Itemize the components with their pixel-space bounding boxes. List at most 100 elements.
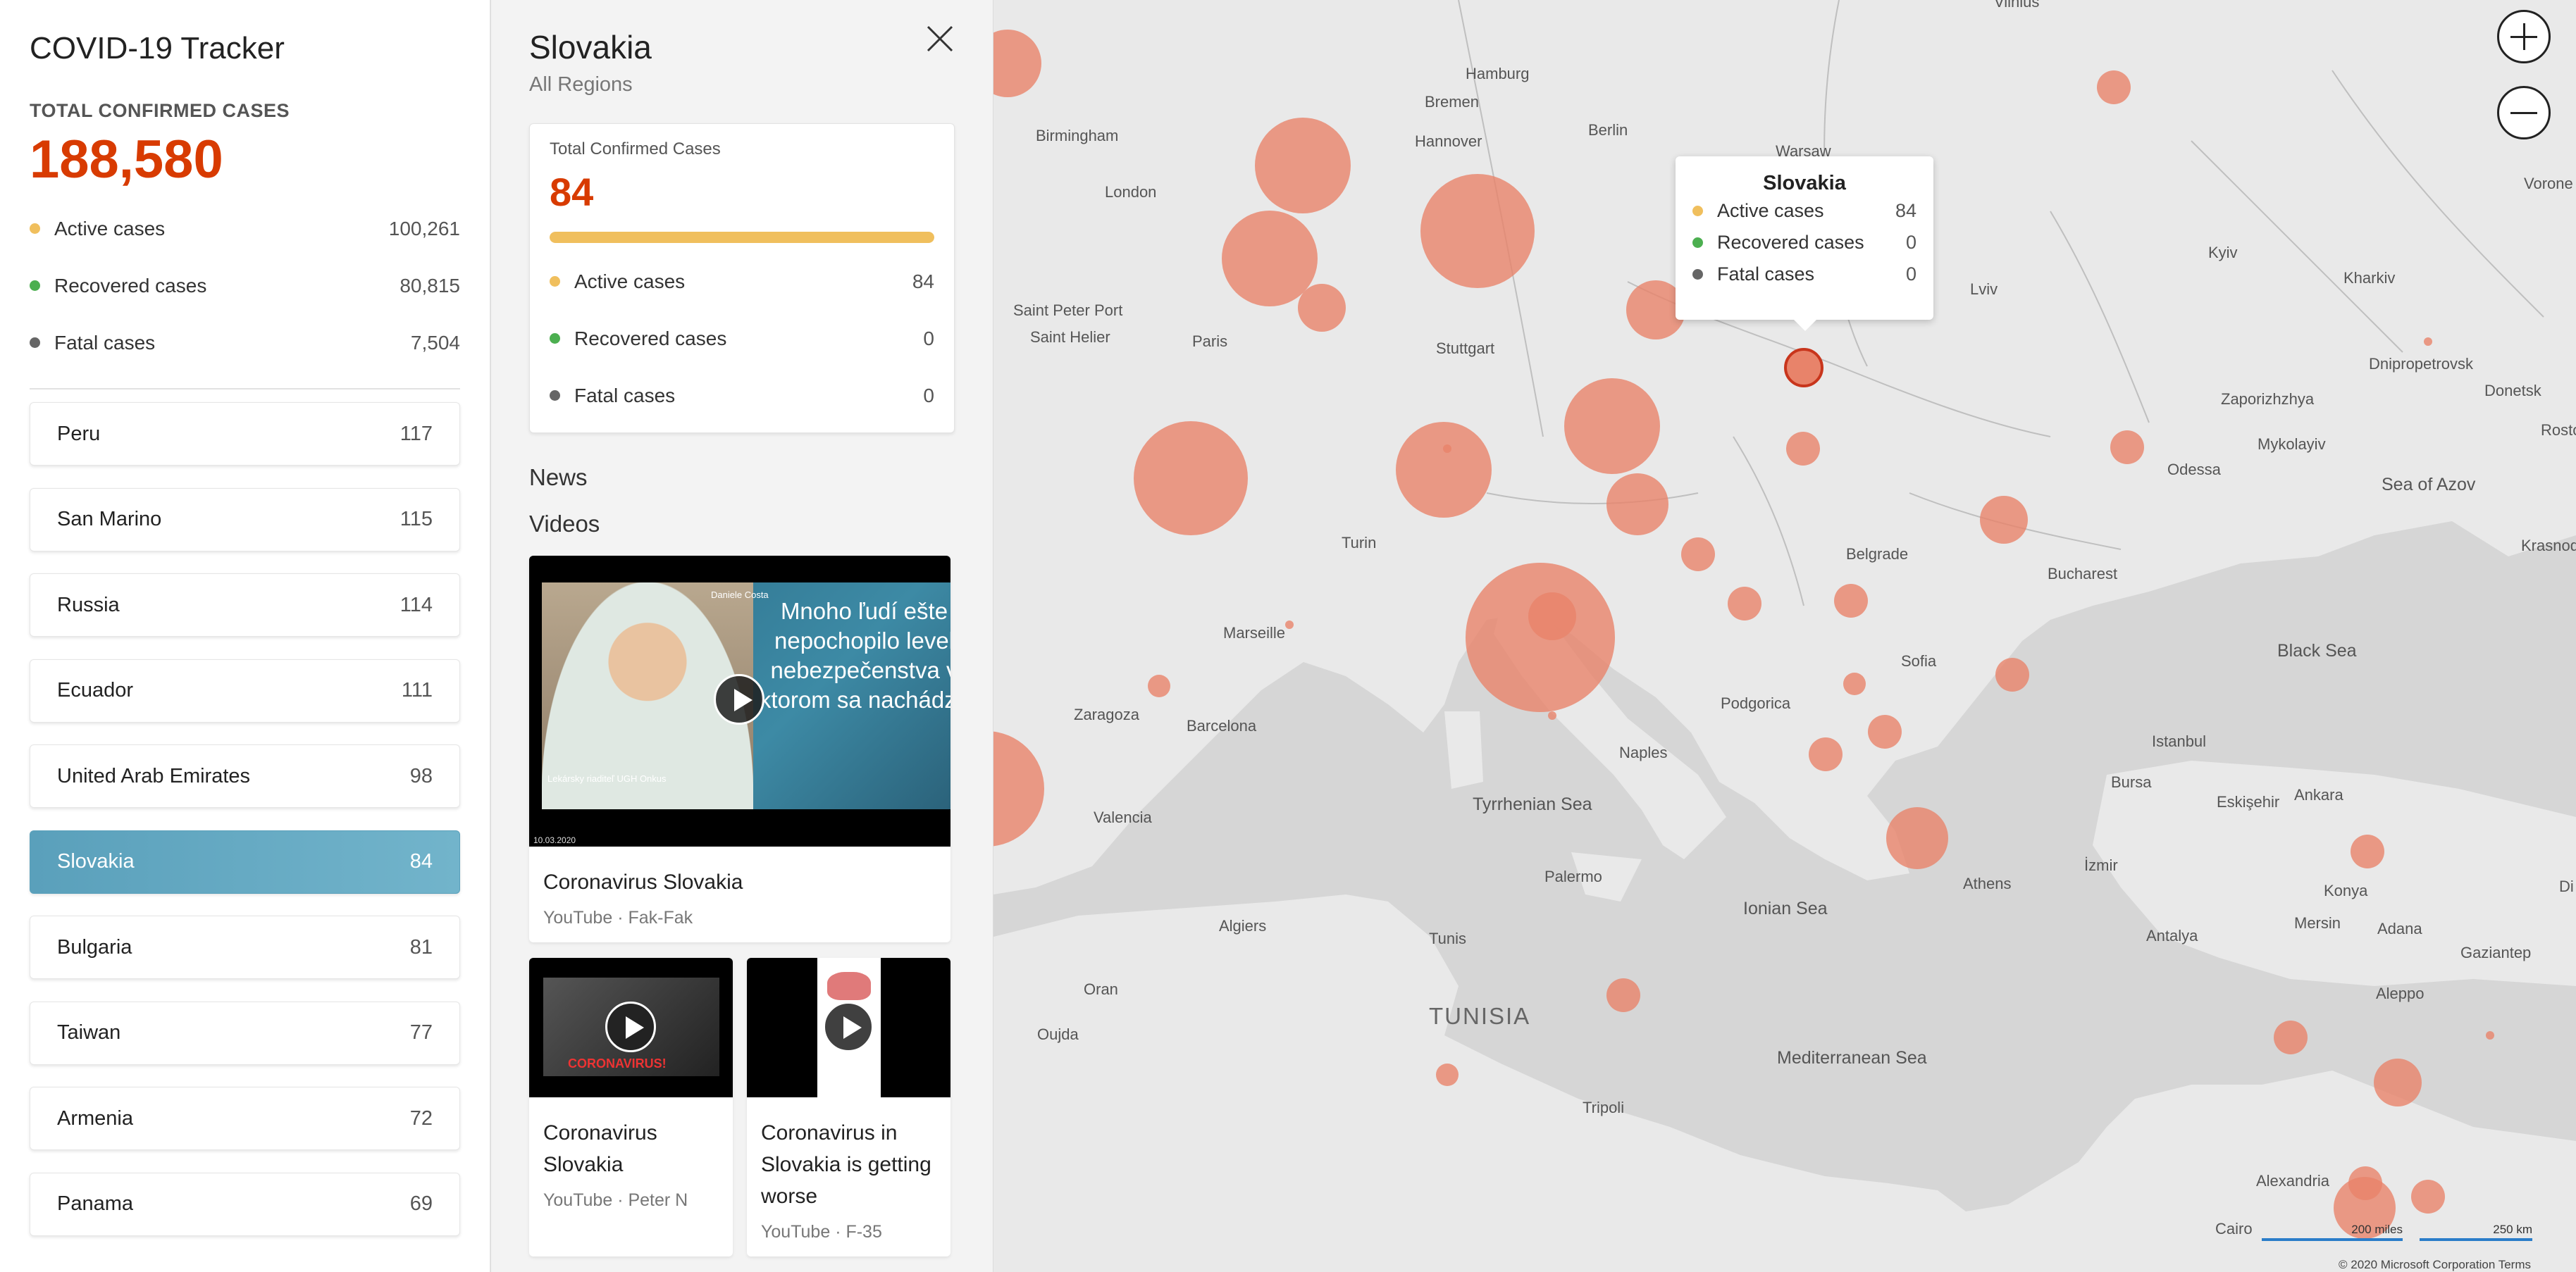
map-label: Mykolayiv bbox=[2258, 435, 2326, 453]
zoom-out-button[interactable] bbox=[2497, 86, 2551, 139]
case-bubble[interactable] bbox=[2097, 70, 2131, 104]
country-item-slovakia[interactable]: Slovakia 84 bbox=[30, 830, 460, 894]
stat-label: Recovered cases bbox=[574, 327, 727, 349]
country-item-bulgaria[interactable]: Bulgaria 81 bbox=[30, 916, 460, 979]
case-bubble[interactable] bbox=[1681, 537, 1715, 571]
scale-bar-miles: 200 miles bbox=[2262, 1223, 2403, 1241]
case-bubble[interactable] bbox=[1886, 807, 1948, 869]
zoom-in-button[interactable] bbox=[2497, 10, 2551, 63]
case-bubble[interactable] bbox=[1396, 422, 1492, 518]
case-bubble[interactable] bbox=[1436, 1064, 1459, 1086]
country-item-taiwan[interactable]: Taiwan 77 bbox=[30, 1001, 460, 1065]
country-item-armenia[interactable]: Armenia 72 bbox=[30, 1087, 460, 1150]
map-label: Sea of Azov bbox=[2382, 475, 2476, 494]
detail-panel: Slovakia All Regions Total Confirmed Cas… bbox=[491, 0, 993, 1272]
thumbnail-caption: Lekársky riaditeľ UGH Onkus bbox=[547, 773, 667, 784]
case-bubble[interactable] bbox=[1564, 378, 1660, 474]
case-bubble[interactable] bbox=[1995, 658, 2029, 692]
video-thumbnail[interactable] bbox=[747, 958, 950, 1097]
video-grid: CORONAVIRUS! Coronavirus Slovakia YouTub… bbox=[529, 958, 955, 1257]
play-icon[interactable] bbox=[823, 1002, 874, 1052]
map-label: Vilnius bbox=[1994, 0, 2039, 11]
video-thumbnail[interactable]: CORONAVIRUS! bbox=[529, 958, 733, 1097]
total-confirmed-value: 188,580 bbox=[30, 130, 223, 189]
case-bubble[interactable] bbox=[1134, 421, 1248, 535]
active-dot-icon bbox=[550, 276, 560, 287]
case-bubble[interactable] bbox=[1868, 715, 1902, 749]
country-item-united-arab-emirates[interactable]: United Arab Emirates 98 bbox=[30, 744, 460, 808]
country-item-ecuador[interactable]: Ecuador 111 bbox=[30, 659, 460, 723]
map-label: Ionian Sea bbox=[1743, 899, 1828, 918]
case-bubble[interactable] bbox=[1528, 592, 1576, 640]
stat-value: 0 bbox=[1905, 263, 1916, 285]
stat-label: Active cases bbox=[1717, 200, 1824, 221]
case-bubble[interactable] bbox=[1255, 118, 1351, 213]
case-bubble[interactable] bbox=[1420, 174, 1535, 288]
video-card[interactable]: CORONAVIRUS! Coronavirus Slovakia YouTub… bbox=[529, 958, 733, 1257]
map-label: Aleppo bbox=[2376, 985, 2425, 1002]
play-icon[interactable] bbox=[714, 674, 764, 725]
case-bubble[interactable] bbox=[1148, 675, 1170, 697]
case-bubble[interactable] bbox=[1834, 584, 1868, 618]
video-title[interactable]: Coronavirus in Slovakia is getting worse bbox=[761, 1117, 936, 1212]
country-item-russia[interactable]: Russia 114 bbox=[30, 573, 460, 637]
play-icon[interactable] bbox=[605, 1002, 656, 1052]
country-item-san-marino[interactable]: San Marino 115 bbox=[30, 487, 460, 551]
case-bubble[interactable] bbox=[1980, 496, 2028, 544]
case-bubble[interactable] bbox=[1466, 563, 1615, 712]
case-bubble[interactable] bbox=[1548, 711, 1556, 720]
case-bubble[interactable] bbox=[1786, 432, 1820, 466]
map-label: Zaragoza bbox=[1074, 706, 1140, 723]
country-item-panama[interactable]: Panama 69 bbox=[30, 1172, 460, 1236]
map-label: Di bbox=[2559, 878, 2574, 895]
case-bubble[interactable] bbox=[1728, 587, 1761, 621]
map-label: Palermo bbox=[1544, 868, 1602, 885]
slovakia-bubble-selected[interactable] bbox=[1784, 348, 1823, 387]
case-bubble[interactable] bbox=[1843, 673, 1866, 695]
video-title[interactable]: Coronavirus Slovakia bbox=[543, 1117, 719, 1180]
case-bubble[interactable] bbox=[1606, 473, 1668, 535]
video-meta: YouTube · F-35 bbox=[761, 1222, 882, 1242]
news-heading: News bbox=[529, 464, 588, 490]
country-item-peru[interactable]: Peru 117 bbox=[30, 402, 460, 466]
country-count: 111 bbox=[401, 679, 433, 702]
country-count: 84 bbox=[409, 850, 433, 873]
video-thumbnail[interactable]: Mnoho ľudí ešte nepochopilo level nebezp… bbox=[529, 556, 950, 847]
map-label: Mediterranean Sea bbox=[1777, 1048, 1927, 1068]
sidebar: COVID-19 Tracker TOTAL CONFIRMED CASES 1… bbox=[0, 0, 490, 1272]
case-bubble[interactable] bbox=[2274, 1021, 2308, 1054]
case-bubble[interactable] bbox=[1285, 621, 1294, 629]
total-confirmed-label: TOTAL CONFIRMED CASES bbox=[30, 100, 290, 121]
video-card[interactable]: Mnoho ľudí ešte nepochopilo level nebezp… bbox=[529, 556, 950, 942]
map[interactable]: Hamburg Bremen Hannover Berlin Warsaw Vi… bbox=[993, 0, 2576, 1272]
map-label: Alexandria bbox=[2256, 1172, 2330, 1190]
country-name: Bulgaria bbox=[57, 935, 132, 959]
case-bubble[interactable] bbox=[1222, 211, 1318, 306]
close-icon[interactable] bbox=[922, 21, 958, 56]
video-card[interactable]: Coronavirus in Slovakia is getting worse… bbox=[747, 958, 950, 1257]
popup-title: Slovakia bbox=[1763, 172, 1846, 194]
map-label: Turin bbox=[1342, 534, 1376, 551]
case-bubble[interactable] bbox=[1298, 284, 1346, 332]
video-title[interactable]: Coronavirus Slovakia bbox=[543, 866, 936, 898]
country-name: Armenia bbox=[57, 1106, 133, 1130]
divider bbox=[30, 388, 460, 389]
map-label: Konya bbox=[2324, 882, 2368, 899]
active-dot-icon bbox=[30, 223, 40, 234]
video-info: Coronavirus Slovakia YouTube · Peter N bbox=[529, 1097, 733, 1225]
case-bubble[interactable] bbox=[1443, 444, 1451, 453]
case-bubble[interactable] bbox=[2411, 1180, 2445, 1214]
case-bubble[interactable] bbox=[2374, 1059, 2422, 1106]
case-bubble[interactable] bbox=[2110, 430, 2144, 464]
stat-value: 0 bbox=[923, 327, 934, 349]
stat-value: 84 bbox=[912, 270, 934, 292]
country-name: United Arab Emirates bbox=[57, 764, 251, 787]
case-bubble[interactable] bbox=[2486, 1031, 2494, 1040]
case-bubble[interactable] bbox=[1606, 978, 1640, 1012]
thumbnail-presenter: Daniele Costa bbox=[711, 590, 769, 600]
map-label: Black Sea bbox=[2277, 641, 2357, 661]
video-info: Coronavirus Slovakia YouTube · Fak-Fak bbox=[529, 847, 950, 942]
case-bubble[interactable] bbox=[2424, 337, 2432, 346]
case-bubble[interactable] bbox=[1809, 737, 1843, 771]
case-bubble[interactable] bbox=[2351, 835, 2384, 868]
